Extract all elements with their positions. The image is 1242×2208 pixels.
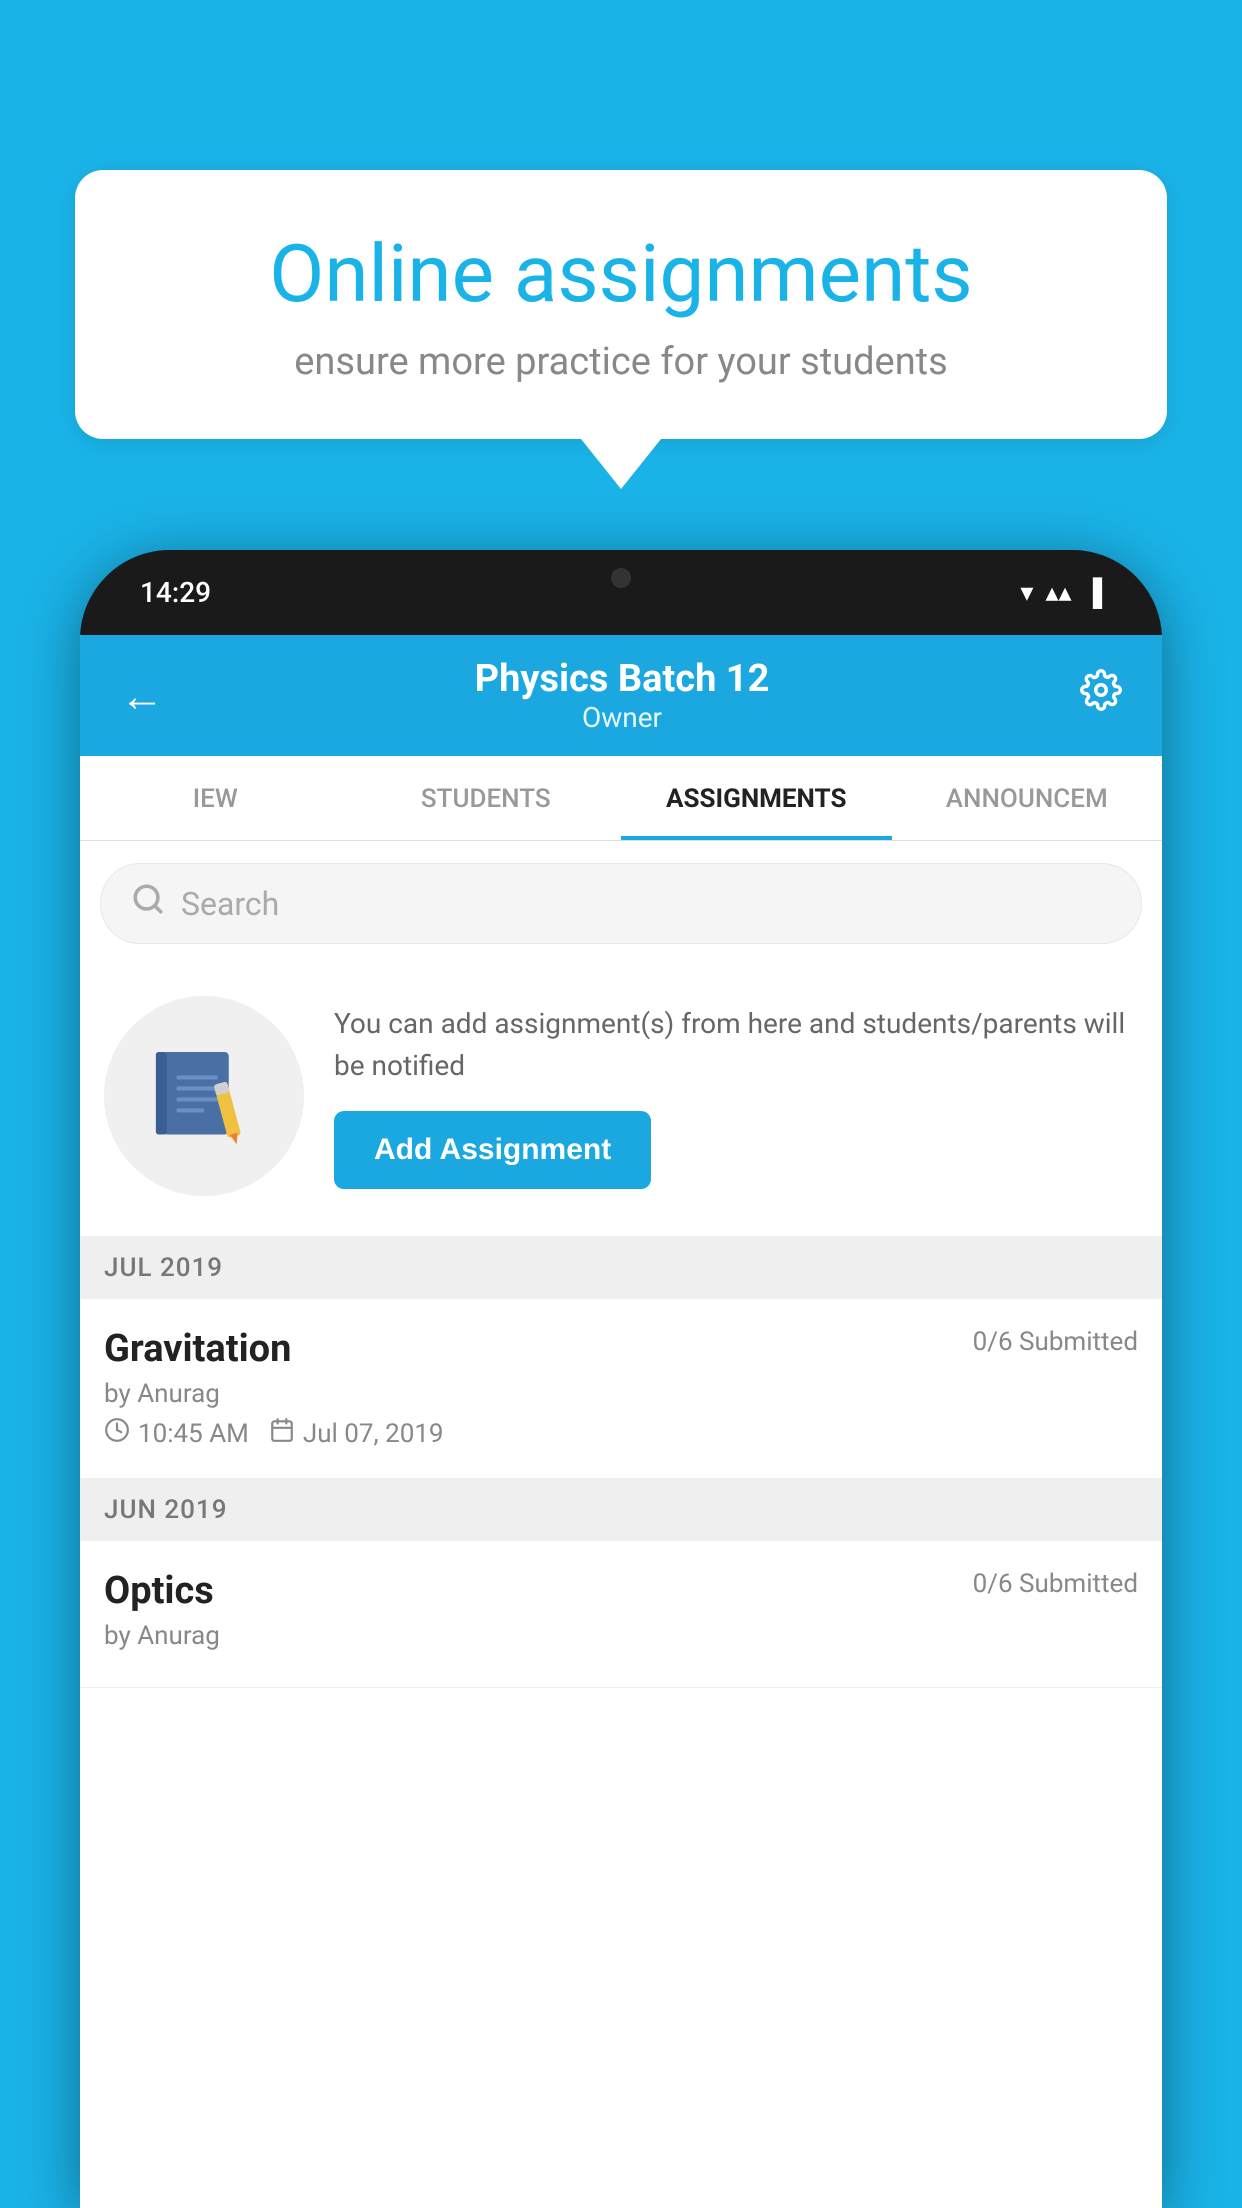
assignment-item-gravitation[interactable]: Gravitation 0/6 Submitted by Anurag 10:4…	[80, 1299, 1162, 1479]
header-center: Physics Batch 12 Owner	[164, 657, 1080, 734]
tab-iew[interactable]: IEW	[80, 756, 351, 840]
wifi-icon: ▾	[1020, 578, 1033, 608]
bubble-subtitle: ensure more practice for your students	[145, 340, 1097, 384]
assignment-author: by Anurag	[104, 1379, 1138, 1409]
tab-assignments[interactable]: ASSIGNMENTS	[621, 756, 892, 840]
add-assignment-right: You can add assignment(s) from here and …	[334, 1003, 1138, 1189]
camera-dot	[611, 568, 631, 588]
phone-screen: ← Physics Batch 12 Owner IEW STUDENTS AS…	[80, 635, 1162, 2208]
submitted-count-optics: 0/6 Submitted	[973, 1569, 1138, 1599]
assignment-name-optics: Optics	[104, 1569, 214, 1613]
add-assignment-button[interactable]: Add Assignment	[334, 1111, 651, 1189]
notebook-icon	[149, 1041, 259, 1151]
submitted-count: 0/6 Submitted	[973, 1327, 1138, 1357]
search-bar[interactable]: Search	[100, 863, 1142, 944]
assignment-name: Gravitation	[104, 1327, 291, 1371]
app-header: ← Physics Batch 12 Owner	[80, 635, 1162, 756]
header-subtitle: Owner	[164, 701, 1080, 734]
tabs-bar: IEW STUDENTS ASSIGNMENTS ANNOUNCEM	[80, 756, 1162, 841]
section-header-jul2019: JUL 2019	[80, 1237, 1162, 1299]
notebook-icon-circle	[104, 996, 304, 1196]
assignment-time-date: 10:45 AM Jul 07, 2019	[104, 1417, 1138, 1450]
assignment-top-row: Gravitation 0/6 Submitted	[104, 1327, 1138, 1371]
content-area: Search	[80, 841, 1162, 2208]
back-button[interactable]: ←	[120, 670, 164, 722]
status-icons: ▾ ▴▴ ▐	[1020, 577, 1102, 608]
header-title: Physics Batch 12	[164, 657, 1080, 701]
search-placeholder: Search	[181, 885, 279, 923]
speech-bubble-tail	[581, 439, 661, 489]
clock-icon	[104, 1417, 130, 1450]
date-item: Jul 07, 2019	[269, 1417, 444, 1450]
section-header-jun2019: JUN 2019	[80, 1479, 1162, 1541]
battery-icon: ▐	[1084, 577, 1102, 608]
status-time: 14:29	[140, 576, 211, 609]
add-desc-text: You can add assignment(s) from here and …	[334, 1003, 1138, 1087]
time-value: 10:45 AM	[138, 1419, 249, 1449]
tab-students[interactable]: STUDENTS	[351, 756, 622, 840]
time-item: 10:45 AM	[104, 1417, 249, 1450]
calendar-icon	[269, 1417, 295, 1450]
tab-announcements[interactable]: ANNOUNCEM	[892, 756, 1163, 840]
status-bar: 14:29 ▾ ▴▴ ▐	[80, 550, 1162, 635]
signal-icon: ▴▴	[1045, 578, 1071, 608]
settings-icon[interactable]	[1080, 669, 1122, 722]
date-value: Jul 07, 2019	[303, 1419, 444, 1449]
phone-frame: 14:29 ▾ ▴▴ ▐ ← Physics Batch 12 Owner	[80, 550, 1162, 2208]
assignment-author-optics: by Anurag	[104, 1621, 1138, 1651]
assignment-top-row-optics: Optics 0/6 Submitted	[104, 1569, 1138, 1613]
bubble-title: Online assignments	[145, 230, 1097, 318]
add-assignment-section: You can add assignment(s) from here and …	[80, 966, 1162, 1237]
notch	[531, 550, 711, 605]
speech-bubble: Online assignments ensure more practice …	[75, 170, 1167, 439]
assignment-item-optics[interactable]: Optics 0/6 Submitted by Anurag	[80, 1541, 1162, 1688]
speech-bubble-container: Online assignments ensure more practice …	[75, 170, 1167, 489]
search-icon	[131, 882, 165, 925]
